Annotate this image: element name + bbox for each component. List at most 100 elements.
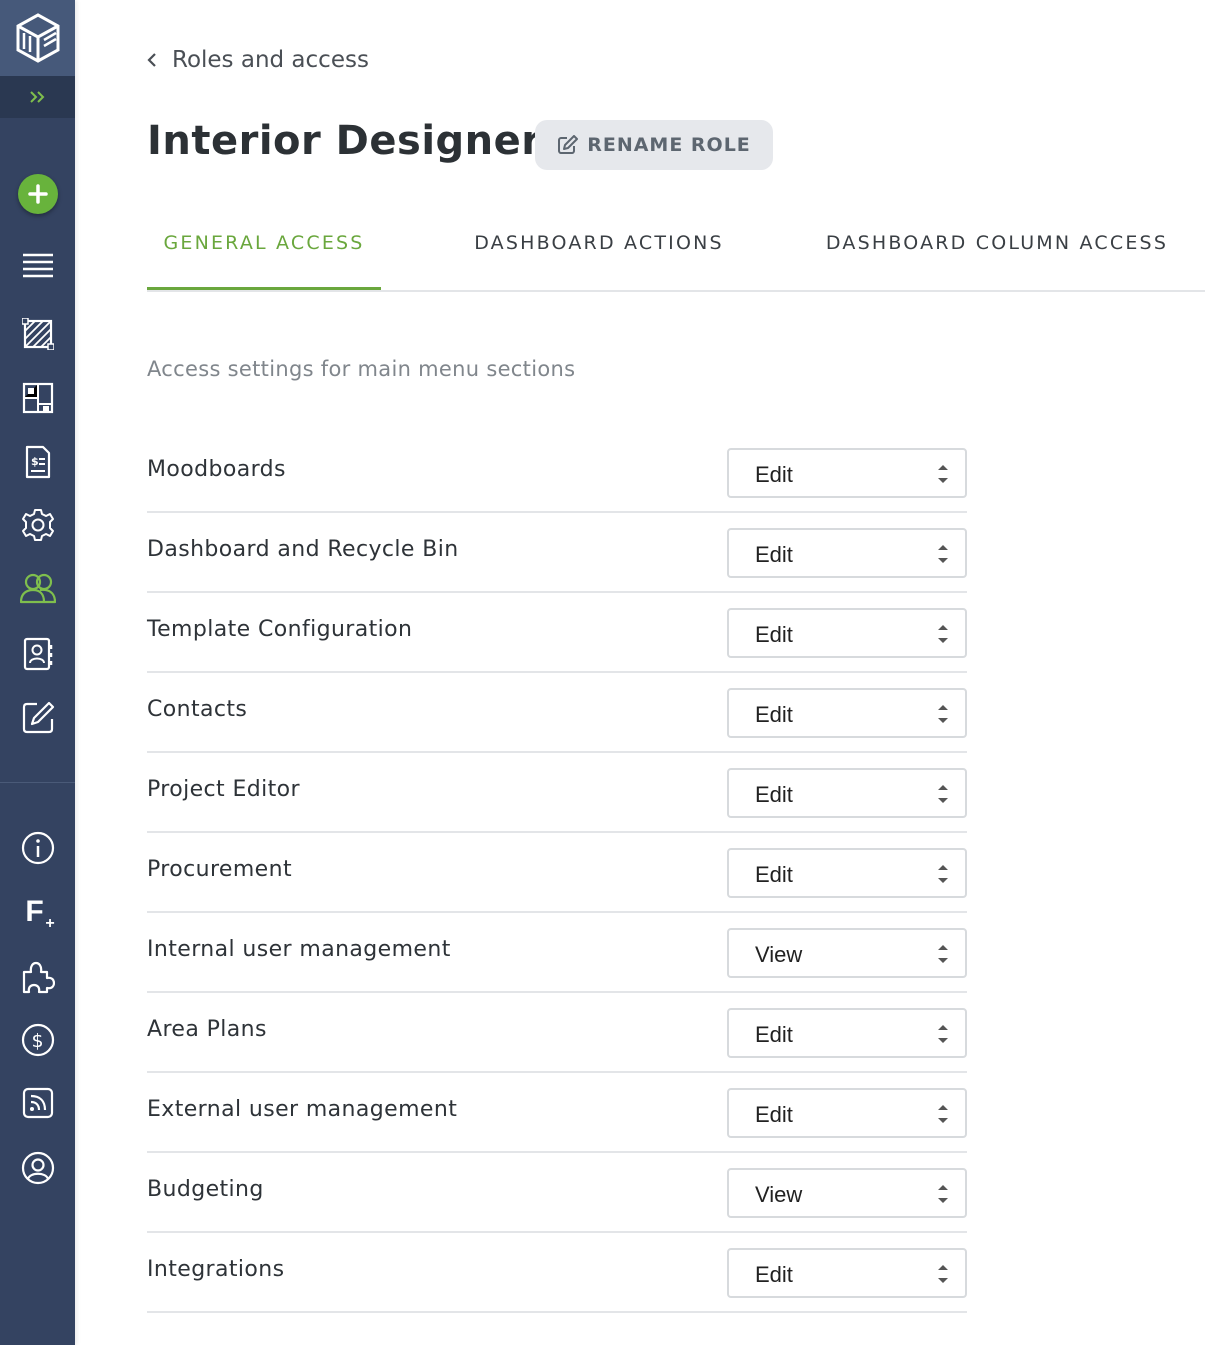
access-level-value: Edit [755,1022,793,1048]
sort-arrows-icon [937,462,949,486]
sort-arrows-icon [937,1262,949,1286]
back-link[interactable]: Roles and access [146,44,369,76]
edit-icon [21,701,55,735]
access-row-template-configuration: Template Configuration Edit [147,593,967,673]
sidebar-item-dashboard[interactable] [0,244,75,288]
sidebar-item-contacts[interactable] [0,632,75,676]
settings-icon [21,508,55,542]
list-icon [22,253,54,279]
access-row-label: Dashboard and Recycle Bin [147,537,459,562]
sidebar-item-area-plans[interactable] [0,312,75,356]
tab-bar: GENERAL ACCESS DASHBOARD ACTIONS DASHBOA… [147,220,1205,292]
access-row-contacts: Contacts Edit [147,673,967,753]
access-row-label: Moodboards [147,457,286,482]
sidebar-divider [0,782,75,783]
access-level-select[interactable]: View [727,1168,967,1218]
sidebar-item-settings[interactable] [0,503,75,547]
access-level-value: View [755,942,802,968]
access-level-select[interactable]: View [727,928,967,978]
page-title: Interior Designer [147,118,542,164]
add-button[interactable] [0,172,75,216]
access-row-label: Contacts [147,697,247,722]
sidebar-item-budgeting[interactable]: $ [0,1018,75,1062]
sort-arrows-icon [937,622,949,646]
sidebar-item-feed[interactable] [0,1081,75,1125]
chevron-left-icon [146,52,158,68]
access-level-value: Edit [755,462,793,488]
access-row-label: Area Plans [147,1017,267,1042]
sidebar-item-roles[interactable] [0,566,75,610]
back-link-label: Roles and access [172,47,369,73]
add-icon [18,174,58,214]
access-row-procurement: Procurement Edit [147,833,967,913]
puzzle-icon [21,960,55,994]
sidebar-item-moodboards[interactable] [0,376,75,420]
access-level-select[interactable]: Edit [727,768,967,818]
app-logo[interactable] [0,0,75,76]
access-row-label: Internal user management [147,937,451,962]
sidebar-item-fplus[interactable]: F+ [0,890,75,934]
dollar-icon: $ [21,1023,55,1057]
access-level-value: Edit [755,1262,793,1288]
info-icon [21,831,55,865]
access-row-project-editor: Project Editor Edit [147,753,967,833]
sidebar-item-account[interactable] [0,1146,75,1190]
expand-icon [29,90,47,104]
access-row-label: Budgeting [147,1177,264,1202]
access-level-select[interactable]: Edit [727,1088,967,1138]
floorplan-icon [22,318,54,350]
expand-sidebar-button[interactable] [0,76,75,118]
sort-arrows-icon [937,942,949,966]
access-row-budgeting: Budgeting View [147,1153,967,1233]
svg-text:$: $ [31,455,39,468]
access-level-value: Edit [755,702,793,728]
access-level-value: Edit [755,622,793,648]
access-level-select[interactable]: Edit [727,688,967,738]
sidebar: $ [0,0,75,1345]
access-level-value: Edit [755,862,793,888]
rename-role-label: RENAME ROLE [587,134,751,156]
sidebar-item-project-editor[interactable] [0,696,75,740]
logo-icon [16,13,60,63]
access-level-value: View [755,1182,802,1208]
sort-arrows-icon [937,782,949,806]
access-level-value: Edit [755,542,793,568]
sort-arrows-icon [937,1182,949,1206]
access-row-dashboard-recycle-bin: Dashboard and Recycle Bin Edit [147,513,967,593]
contact-book-icon [22,637,54,671]
invoice-icon: $ [24,445,52,479]
access-row-label: Template Configuration [147,617,412,642]
access-level-value: Edit [755,782,793,808]
users-icon [20,572,56,604]
access-list: Moodboards Edit Dashboard and Recycle Bi… [147,433,967,1313]
access-row-internal-user-management: Internal user management View [147,913,967,993]
fplus-icon: F+ [25,897,43,927]
access-row-label: Project Editor [147,777,300,802]
layout-icon [22,382,54,414]
feed-icon [22,1087,54,1119]
tab-dashboard-actions[interactable]: DASHBOARD ACTIONS [449,220,749,288]
access-level-select[interactable]: Edit [727,1248,967,1298]
access-level-select[interactable]: Edit [727,848,967,898]
sidebar-item-procurement[interactable]: $ [0,440,75,484]
access-row-label: Integrations [147,1257,285,1282]
sidebar-item-info[interactable] [0,826,75,870]
rename-role-button[interactable]: RENAME ROLE [535,120,773,170]
access-level-select[interactable]: Edit [727,448,967,498]
access-row-integrations: Integrations Edit [147,1233,967,1313]
edit-icon [557,135,579,155]
access-level-value: Edit [755,1102,793,1128]
svg-text:$: $ [31,1030,43,1052]
tab-dashboard-column-access[interactable]: DASHBOARD COLUMN ACCESS [807,220,1187,288]
access-level-select[interactable]: Edit [727,1008,967,1058]
sort-arrows-icon [937,542,949,566]
access-level-select[interactable]: Edit [727,608,967,658]
sidebar-item-integrations[interactable] [0,955,75,999]
sort-arrows-icon [937,862,949,886]
access-row-area-plans: Area Plans Edit [147,993,967,1073]
access-row-label: External user management [147,1097,457,1122]
tab-general-access[interactable]: GENERAL ACCESS [147,220,381,290]
access-level-select[interactable]: Edit [727,528,967,578]
account-icon [21,1151,55,1185]
access-row-external-user-management: External user management Edit [147,1073,967,1153]
